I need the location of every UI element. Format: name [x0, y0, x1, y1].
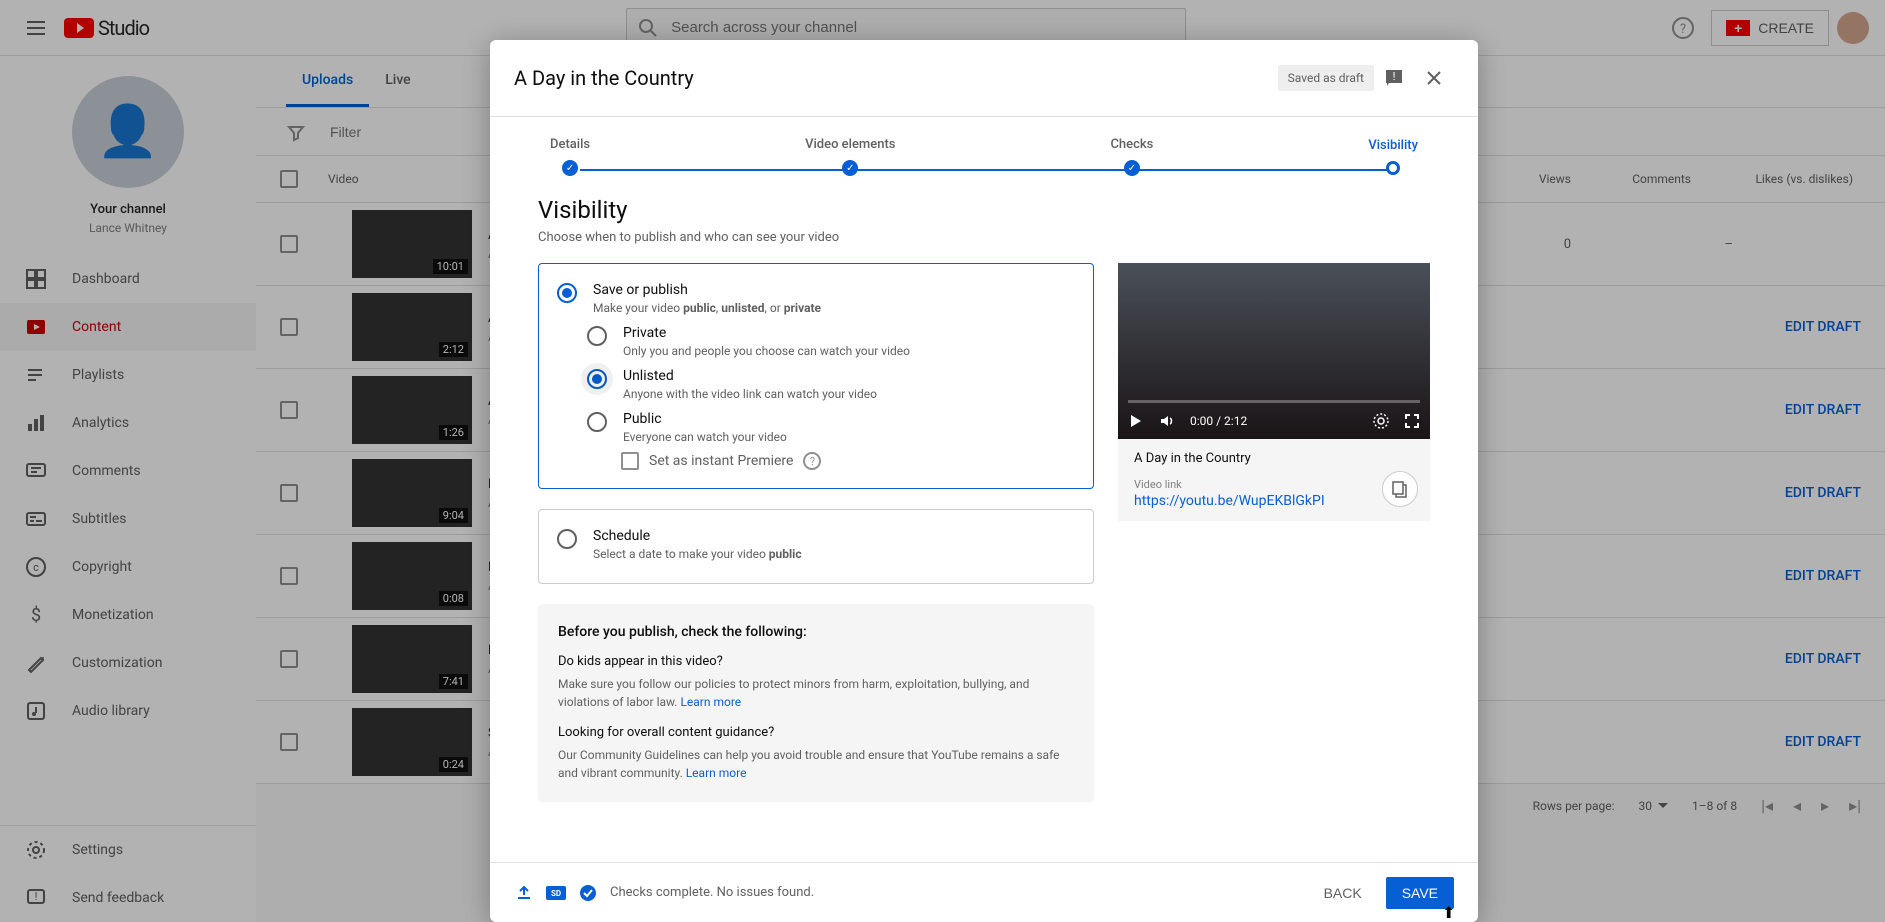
svg-text:SD: SD — [551, 889, 561, 898]
radio-schedule[interactable] — [557, 529, 577, 549]
play-icon[interactable] — [1128, 413, 1144, 429]
step-details[interactable]: Details✓ — [550, 137, 590, 176]
modal-footer: SD Checks complete. No issues found. BAC… — [490, 862, 1478, 922]
premiere-help-icon[interactable]: ? — [803, 452, 821, 470]
svg-text:!: ! — [1393, 70, 1396, 83]
learn-more-guidelines[interactable]: Learn more — [686, 766, 747, 780]
checks-status: Checks complete. No issues found. — [610, 885, 814, 900]
preview-meta: A Day in the Country Video link https://… — [1118, 439, 1430, 521]
player-time: 0:00 / 2:12 — [1190, 414, 1247, 428]
radio-private[interactable] — [587, 326, 607, 346]
visibility-subheading: Choose when to publish and who can see y… — [538, 230, 1430, 245]
modal-header: A Day in the Country Saved as draft ! — [490, 40, 1478, 117]
save-publish-card: Save or publish Make your video public, … — [538, 263, 1094, 489]
fullscreen-icon[interactable] — [1404, 413, 1420, 429]
radio-save-publish[interactable] — [557, 283, 577, 303]
feedback-button[interactable]: ! — [1374, 58, 1414, 98]
video-link[interactable]: https://youtu.be/WupEKBlGkPI — [1134, 493, 1414, 509]
radio-public[interactable] — [587, 412, 607, 432]
before-publish-card: Before you publish, check the following:… — [538, 604, 1094, 802]
volume-icon[interactable] — [1158, 412, 1176, 430]
upload-complete-icon — [514, 883, 534, 903]
modal-title: A Day in the Country — [514, 66, 1278, 90]
check-circle-icon — [578, 883, 598, 903]
learn-more-kids[interactable]: Learn more — [680, 695, 741, 709]
settings-gear-icon[interactable] — [1372, 412, 1390, 430]
save-button[interactable]: SAVE — [1386, 877, 1454, 909]
upload-modal: A Day in the Country Saved as draft ! De… — [490, 40, 1478, 922]
stepper: Details✓ Video elements✓ Checks✓ Visibil… — [490, 117, 1478, 176]
hd-icon: SD — [546, 883, 566, 903]
draft-badge: Saved as draft — [1278, 65, 1374, 91]
step-checks[interactable]: Checks✓ — [1110, 137, 1153, 176]
premiere-checkbox[interactable] — [621, 452, 639, 470]
close-button[interactable] — [1414, 58, 1454, 98]
back-button[interactable]: BACK — [1308, 877, 1378, 909]
copy-link-button[interactable] — [1382, 471, 1418, 507]
step-visibility[interactable]: Visibility — [1368, 138, 1418, 175]
radio-unlisted[interactable] — [587, 369, 607, 389]
step-elements[interactable]: Video elements✓ — [805, 137, 895, 176]
schedule-card: ScheduleSelect a date to make your video… — [538, 509, 1094, 584]
video-preview-player[interactable]: 0:00 / 2:12 — [1118, 263, 1430, 439]
visibility-heading: Visibility — [538, 196, 1430, 224]
